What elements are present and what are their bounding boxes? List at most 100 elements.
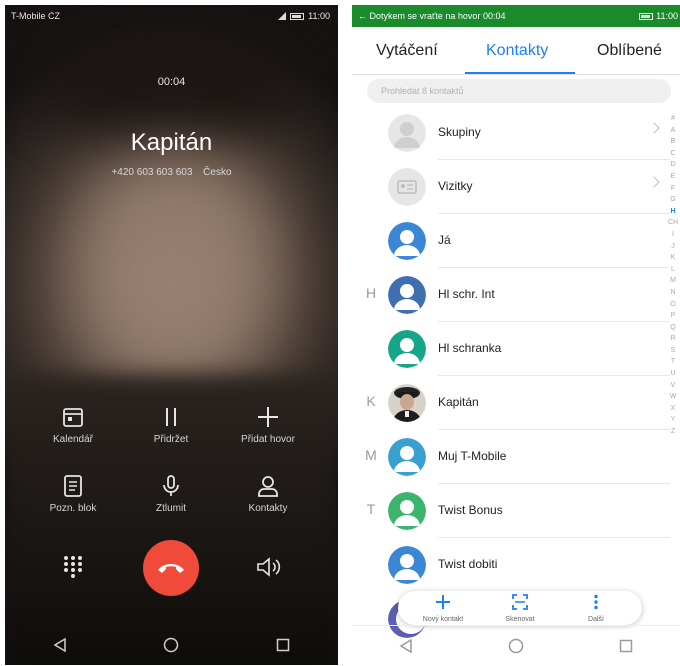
caller-number: +420 603 603 603 xyxy=(111,167,193,178)
calendar-button[interactable]: Kalendář xyxy=(28,402,118,445)
alphabet-index-letter[interactable]: J xyxy=(666,241,680,253)
alphabet-index-letter[interactable]: C xyxy=(666,148,680,160)
active-tab-indicator xyxy=(465,72,575,74)
alphabet-index-letter[interactable]: Z xyxy=(666,426,680,438)
avatar-icon xyxy=(388,222,426,260)
list-item[interactable]: Já xyxy=(352,214,670,268)
home-icon[interactable] xyxy=(163,637,179,653)
alphabet-index-letter[interactable]: Q xyxy=(666,322,680,334)
alphabet-index-letter[interactable]: O xyxy=(666,299,680,311)
caller-number-line: +420 603 603 603 Česko xyxy=(5,167,338,178)
battery-icon xyxy=(639,12,654,20)
alphabet-index-letter[interactable]: R xyxy=(666,333,680,345)
contact-photo xyxy=(388,384,426,422)
recents-icon[interactable] xyxy=(619,639,633,653)
speaker-button[interactable] xyxy=(256,557,282,582)
alphabet-index[interactable]: # A B C D E F G H CH I J K L M N O P Q R S T U V W X Y Z xyxy=(666,113,680,438)
alphabet-index-letter[interactable]: CH xyxy=(666,217,680,229)
dialpad-button[interactable] xyxy=(63,555,83,584)
list-item[interactable]: Vizitky xyxy=(352,160,670,214)
alphabet-index-letter[interactable]: P xyxy=(666,310,680,322)
calendar-icon xyxy=(63,408,83,427)
alphabet-index-letter[interactable]: M xyxy=(666,275,680,287)
alphabet-index-letter[interactable]: V xyxy=(666,380,680,392)
chevron-right-icon xyxy=(648,122,660,134)
microphone-icon xyxy=(163,475,179,496)
clock: 11:00 xyxy=(656,11,678,21)
scan-icon xyxy=(512,594,528,610)
return-to-call-banner[interactable]: ← Dotykem se vraťte na hovor 00:04 11:00 xyxy=(352,5,680,27)
contacts-button[interactable]: Kontakty xyxy=(223,471,313,514)
more-button[interactable]: Další xyxy=(561,594,631,623)
avatar-icon xyxy=(388,492,426,530)
hold-button[interactable]: Přidržet xyxy=(126,402,216,445)
alphabet-index-letter[interactable]: A xyxy=(666,125,680,137)
scan-button[interactable]: Skenovat xyxy=(485,594,555,623)
avatar-icon xyxy=(388,330,426,368)
contact-name: Hl schr. Int xyxy=(438,287,495,301)
add-call-button[interactable]: Přidat hovor xyxy=(223,402,313,445)
alphabet-index-letter[interactable]: X xyxy=(666,403,680,415)
chevron-right-icon xyxy=(648,176,660,188)
new-contact-button[interactable]: Nový kontakt xyxy=(408,594,478,623)
alphabet-index-letter[interactable]: # xyxy=(666,113,680,125)
list-item[interactable]: K Kapitán xyxy=(352,376,670,430)
alphabet-index-letter[interactable]: W xyxy=(666,391,680,403)
alphabet-index-letter[interactable]: T xyxy=(666,356,680,368)
contacts-screen: ← Dotykem se vraťte na hovor 00:04 11:00… xyxy=(352,5,680,665)
alphabet-index-letter[interactable]: B xyxy=(666,136,680,148)
recents-icon[interactable] xyxy=(276,638,290,652)
back-icon[interactable] xyxy=(399,638,413,653)
speaker-icon xyxy=(257,557,281,577)
caller-name: Kapitán xyxy=(130,129,213,156)
system-nav-bar xyxy=(5,625,338,665)
alphabet-index-letter[interactable]: Y xyxy=(666,414,680,426)
hold-icon xyxy=(166,408,176,426)
contact-name: Hl schranka xyxy=(438,341,502,355)
alphabet-index-letter[interactable]: H xyxy=(666,206,680,218)
avatar-icon xyxy=(388,438,426,476)
call-timer: 00:04 xyxy=(157,76,186,88)
search-input[interactable]: Prohledat 8 kontaktů xyxy=(367,79,671,103)
alphabet-index-letter[interactable]: E xyxy=(666,171,680,183)
section-letter: H xyxy=(365,285,377,301)
contact-name: Já xyxy=(438,233,451,247)
tab-favorites[interactable]: Oblíbené xyxy=(597,42,662,60)
contacts-label: Kontakty xyxy=(248,503,288,514)
notepad-button[interactable]: Pozn. blok xyxy=(28,471,118,514)
alphabet-index-letter[interactable]: G xyxy=(666,194,680,206)
list-item[interactable]: Twist dobiti xyxy=(352,538,670,592)
list-item[interactable]: H Hl schr. Int xyxy=(352,268,670,322)
action-bar: Nový kontakt Skenovat Další xyxy=(398,591,642,625)
more-label: Další xyxy=(588,616,604,623)
return-to-call-text: ← Dotykem se vraťte na hovor 00:04 xyxy=(358,11,506,21)
contact-name: Twist dobiti xyxy=(438,557,498,571)
alphabet-index-letter[interactable]: L xyxy=(666,264,680,276)
list-item[interactable]: Skupiny xyxy=(352,106,670,160)
alphabet-index-letter[interactable]: F xyxy=(666,183,680,195)
alphabet-index-letter[interactable]: I xyxy=(666,229,680,241)
blurred-background-face xyxy=(75,155,275,385)
avatar-icon xyxy=(388,546,426,584)
back-icon[interactable] xyxy=(53,638,67,652)
alphabet-index-letter[interactable]: U xyxy=(666,368,680,380)
tab-contacts[interactable]: Kontakty xyxy=(486,42,548,60)
home-icon[interactable] xyxy=(508,638,524,654)
alphabet-index-letter[interactable]: K xyxy=(666,252,680,264)
caller-country: Česko xyxy=(203,167,232,178)
contact-name: Muj T-Mobile xyxy=(438,449,507,463)
list-item[interactable]: M Muj T-Mobile xyxy=(352,430,670,484)
list-item[interactable]: T Twist Bonus xyxy=(352,484,670,538)
end-call-button[interactable] xyxy=(143,540,199,596)
contact-name: Skupiny xyxy=(438,125,481,139)
list-item[interactable]: Hl schranka xyxy=(352,322,670,376)
notepad-label: Pozn. blok xyxy=(49,503,97,514)
mute-button[interactable]: Ztlumit xyxy=(126,471,216,514)
alphabet-index-letter[interactable]: D xyxy=(666,159,680,171)
section-letter: M xyxy=(365,447,377,463)
alphabet-index-letter[interactable]: N xyxy=(666,287,680,299)
tab-dialer[interactable]: Vytáčení xyxy=(376,42,438,60)
new-contact-label: Nový kontakt xyxy=(422,616,464,623)
tab-bar: Vytáčení Kontakty Oblíbené xyxy=(352,27,680,75)
alphabet-index-letter[interactable]: S xyxy=(666,345,680,357)
